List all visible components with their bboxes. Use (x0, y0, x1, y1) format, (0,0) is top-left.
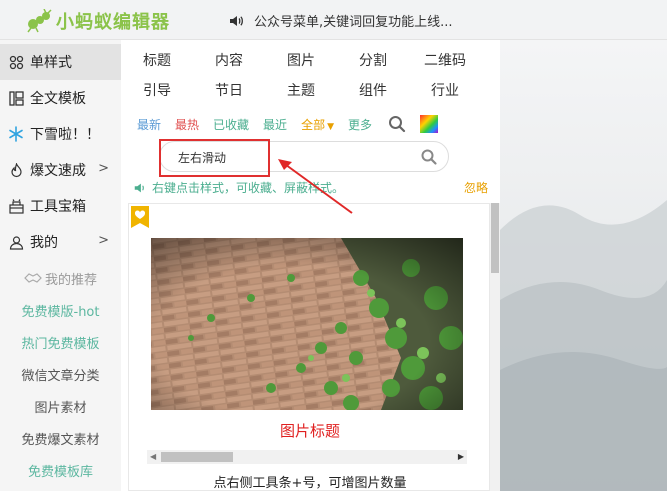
speaker-icon (230, 15, 243, 26)
category-row-2: 引导 节日 主题 组件 行业 (121, 80, 500, 100)
tab-image[interactable]: 图片 (265, 50, 337, 70)
sidebar: 单样式 全文模板 下雪啦！！ 爆文速成 > 工具宝箱 我的 > 我的推荐 免费模… (0, 40, 121, 491)
category-row-1: 标题 内容 图片 分割 二维码 (121, 50, 500, 70)
sidebar-item-label: 工具宝箱 (30, 199, 86, 215)
search-button-icon[interactable] (420, 148, 438, 166)
sidebar-item-mine[interactable]: 我的 > (0, 224, 121, 260)
app-name: 小蚂蚁编辑器 (56, 12, 170, 33)
sidebar-subitem-label: 图片素材 (34, 400, 87, 416)
tab-festival[interactable]: 节日 (193, 80, 265, 100)
sidebar-subitem-label: 热门免费模板 (21, 336, 100, 352)
notice-bar[interactable]: 公众号菜单,关键词回复功能上线... (228, 11, 453, 30)
sidebar-item-snow[interactable]: 下雪啦！！ (0, 116, 121, 152)
grid-icon (8, 54, 24, 70)
caret-down-icon: ▼ (327, 121, 334, 132)
filter-all-label: 全部 (301, 117, 326, 132)
fire-icon (8, 162, 24, 178)
sidebar-item-label: 我的 (30, 235, 58, 251)
tab-theme[interactable]: 主题 (265, 80, 337, 100)
editor-background (500, 40, 667, 491)
user-icon (8, 234, 24, 250)
sidebar-subitem-label: 我的推荐 (44, 272, 97, 288)
scroll-left-icon[interactable]: ◀ (150, 452, 156, 461)
annotation-arrow-icon (278, 159, 353, 214)
sidebar-item-label: 下雪啦！！ (30, 127, 100, 143)
sidebar-item-label: 爆文速成 (30, 163, 86, 179)
style-panel: 标题 内容 图片 分割 二维码 引导 节日 主题 组件 行业 最新 最热 已收藏… (121, 40, 500, 491)
filter-all-dropdown[interactable]: 全部 ▼ (301, 116, 334, 133)
tab-component[interactable]: 组件 (337, 80, 409, 100)
search-icon[interactable] (388, 115, 406, 133)
toolbox-icon (8, 198, 24, 214)
chevron-right-icon: > (98, 161, 109, 176)
sidebar-subitem-recommend[interactable]: 我的推荐 (0, 262, 121, 294)
filter-hottest[interactable]: 最热 (175, 116, 199, 133)
tab-title[interactable]: 标题 (121, 50, 193, 70)
scrollbar-thumb[interactable] (161, 452, 233, 462)
filter-favorited[interactable]: 已收藏 (213, 116, 249, 133)
scroll-right-icon[interactable]: ▶ (458, 452, 464, 461)
tab-divider[interactable]: 分割 (337, 50, 409, 70)
sidebar-item-viral[interactable]: 爆文速成 > (0, 152, 121, 188)
sidebar-subitem-label: 微信文章分类 (21, 368, 100, 384)
sidebar-item-single-style[interactable]: 单样式 (0, 44, 121, 80)
filter-latest[interactable]: 最新 (137, 116, 161, 133)
sidebar-subitem-free-library[interactable]: 免费模板库 (0, 454, 121, 486)
sidebar-item-label: 全文模板 (30, 91, 86, 107)
sidebar-subitem-label: 免费模板库 (27, 464, 93, 480)
card-note: 点右侧工具条+号，可增图片数量 (213, 476, 407, 491)
vertical-scrollbar[interactable] (490, 203, 500, 491)
ant-logo-icon (27, 9, 52, 33)
filter-row: 最新 最热 已收藏 最近 全部 ▼ 更多 (137, 115, 439, 133)
tab-qrcode[interactable]: 二维码 (409, 50, 481, 70)
brick-path-photo (151, 238, 463, 410)
style-preview-card[interactable]: 图片标题 ◀ ▶ 点右侧工具条+号，可增图片数量 (128, 203, 490, 491)
tab-guide[interactable]: 引导 (121, 80, 193, 100)
tab-industry[interactable]: 行业 (409, 80, 481, 100)
scrollbar-thumb[interactable] (491, 203, 499, 273)
snowflake-icon (8, 126, 24, 142)
filter-more[interactable]: 更多 (348, 116, 372, 133)
sidebar-subitem-label: 免费爆文素材 (21, 432, 100, 448)
sidebar-item-label: 单样式 (30, 55, 72, 71)
sidebar-subitem-free-viral[interactable]: 免费爆文素材 (0, 422, 121, 454)
bookmark-heart-icon[interactable] (131, 206, 149, 228)
top-bar: 小蚂蚁编辑器 公众号菜单,关键词回复功能上线... (0, 0, 667, 40)
app-logo[interactable]: 小蚂蚁编辑器 (26, 8, 170, 34)
sidebar-subitem-hot-free[interactable]: 热门免费模板 (0, 326, 121, 358)
ignore-link[interactable]: 忽略 (464, 179, 488, 196)
horizontal-scrollbar[interactable]: ◀ ▶ (147, 450, 467, 464)
image-caption[interactable]: 图片标题 (129, 420, 489, 441)
speaker-icon (134, 183, 144, 192)
chevron-right-icon: > (98, 233, 109, 248)
notice-text: 公众号菜单,关键词回复功能上线... (254, 15, 453, 30)
handshake-icon (24, 273, 42, 283)
sidebar-subitem-label: 免费模版-hot (21, 304, 100, 320)
sidebar-subitem-image-assets[interactable]: 图片素材 (0, 390, 121, 422)
landscape-background (500, 40, 667, 491)
sidebar-subitem-wechat-category[interactable]: 微信文章分类 (0, 358, 121, 390)
sidebar-item-full-template[interactable]: 全文模板 (0, 80, 121, 116)
sidebar-subitem-free-hot[interactable]: 免费模版-hot (0, 294, 121, 326)
tab-content[interactable]: 内容 (193, 50, 265, 70)
color-palette-icon[interactable] (420, 115, 439, 133)
sidebar-item-toolbox[interactable]: 工具宝箱 (0, 188, 121, 224)
layout-icon (8, 90, 24, 106)
filter-recent[interactable]: 最近 (263, 116, 287, 133)
